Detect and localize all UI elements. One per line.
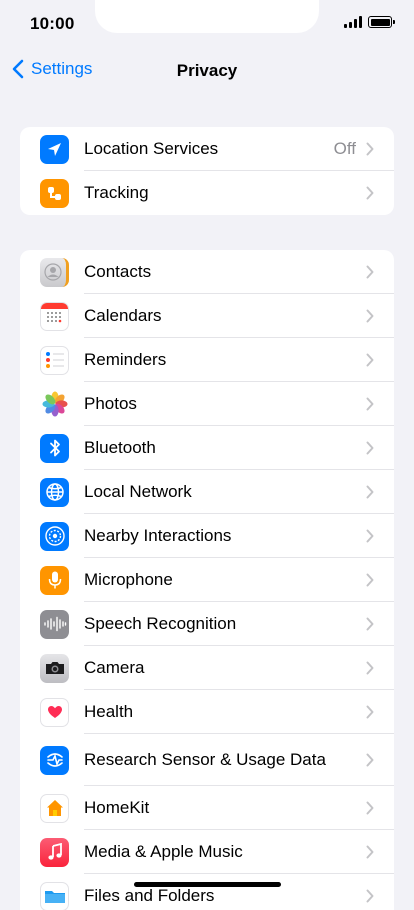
chevron-right-icon xyxy=(366,573,374,587)
row-location-services[interactable]: Location Services Off xyxy=(20,127,394,171)
row-calendars[interactable]: Calendars xyxy=(20,294,394,338)
calendar-icon xyxy=(40,302,69,331)
camera-icon xyxy=(40,654,69,683)
row-label: Contacts xyxy=(84,262,151,282)
row-label: Research Sensor & Usage Data xyxy=(84,750,326,770)
chevron-right-icon xyxy=(366,529,374,543)
bluetooth-icon xyxy=(40,434,69,463)
row-value: Off xyxy=(334,139,356,159)
chevron-right-icon xyxy=(366,845,374,859)
contacts-icon xyxy=(40,258,69,287)
phone-screen: 10:00 Settings Privacy Location Services… xyxy=(0,0,414,896)
row-files-and-folders[interactable]: Files and Folders xyxy=(20,874,394,910)
chevron-right-icon xyxy=(366,705,374,719)
notch xyxy=(95,0,319,33)
status-time: 10:00 xyxy=(30,14,74,34)
reminders-icon xyxy=(40,346,69,375)
chevron-right-icon xyxy=(366,265,374,279)
row-label: Files and Folders xyxy=(84,886,214,906)
row-homekit[interactable]: HomeKit xyxy=(20,786,394,830)
chevron-right-icon xyxy=(366,186,374,200)
row-label: Camera xyxy=(84,658,144,678)
home-icon xyxy=(40,794,69,823)
chevron-right-icon xyxy=(366,353,374,367)
row-label: Location Services xyxy=(84,139,218,159)
waveform-icon xyxy=(40,610,69,639)
status-icons xyxy=(344,16,392,28)
row-bluetooth[interactable]: Bluetooth xyxy=(20,426,394,470)
row-tracking[interactable]: Tracking xyxy=(20,171,394,215)
home-indicator[interactable] xyxy=(134,882,281,887)
row-photos[interactable]: Photos xyxy=(20,382,394,426)
chevron-right-icon xyxy=(366,441,374,455)
row-label: Health xyxy=(84,702,133,722)
row-media-apple-music[interactable]: Media & Apple Music xyxy=(20,830,394,874)
row-label: Photos xyxy=(84,394,137,414)
row-health[interactable]: Health xyxy=(20,690,394,734)
location-arrow-icon xyxy=(40,135,69,164)
chevron-right-icon xyxy=(366,889,374,903)
row-label: Bluetooth xyxy=(84,438,156,458)
row-nearby-interactions[interactable]: Nearby Interactions xyxy=(20,514,394,558)
photos-icon xyxy=(40,390,69,419)
microphone-icon xyxy=(40,566,69,595)
page-title: Privacy xyxy=(0,61,414,81)
row-label: Speech Recognition xyxy=(84,614,236,634)
chevron-right-icon xyxy=(366,801,374,815)
chevron-right-icon xyxy=(366,397,374,411)
row-label: Tracking xyxy=(84,183,149,203)
globe-icon xyxy=(40,478,69,507)
navigation-bar: Settings Privacy xyxy=(0,52,414,88)
chevron-right-icon xyxy=(366,142,374,156)
row-label: Local Network xyxy=(84,482,192,502)
row-label: Nearby Interactions xyxy=(84,526,231,546)
chevron-right-icon xyxy=(366,617,374,631)
battery-icon xyxy=(368,16,392,28)
chevron-right-icon xyxy=(366,309,374,323)
row-local-network[interactable]: Local Network xyxy=(20,470,394,514)
row-label: Microphone xyxy=(84,570,173,590)
row-label: HomeKit xyxy=(84,798,149,818)
music-note-icon xyxy=(40,838,69,867)
cellular-signal-icon xyxy=(344,16,362,28)
status-bar: 10:00 xyxy=(0,0,414,44)
app-permissions-group: Contacts Calendars Reminders xyxy=(20,250,394,910)
research-icon xyxy=(40,746,69,775)
row-microphone[interactable]: Microphone xyxy=(20,558,394,602)
row-research-sensor[interactable]: Research Sensor & Usage Data xyxy=(20,734,394,786)
chevron-right-icon xyxy=(366,661,374,675)
tracking-icon xyxy=(40,179,69,208)
row-speech-recognition[interactable]: Speech Recognition xyxy=(20,602,394,646)
row-label: Calendars xyxy=(84,306,162,326)
chevron-right-icon xyxy=(366,753,374,767)
row-label: Media & Apple Music xyxy=(84,842,243,862)
row-label: Reminders xyxy=(84,350,166,370)
row-camera[interactable]: Camera xyxy=(20,646,394,690)
row-reminders[interactable]: Reminders xyxy=(20,338,394,382)
heart-icon xyxy=(40,698,69,727)
row-contacts[interactable]: Contacts xyxy=(20,250,394,294)
location-tracking-group: Location Services Off Tracking xyxy=(20,127,394,215)
chevron-right-icon xyxy=(366,485,374,499)
nearby-interactions-icon xyxy=(40,522,69,551)
